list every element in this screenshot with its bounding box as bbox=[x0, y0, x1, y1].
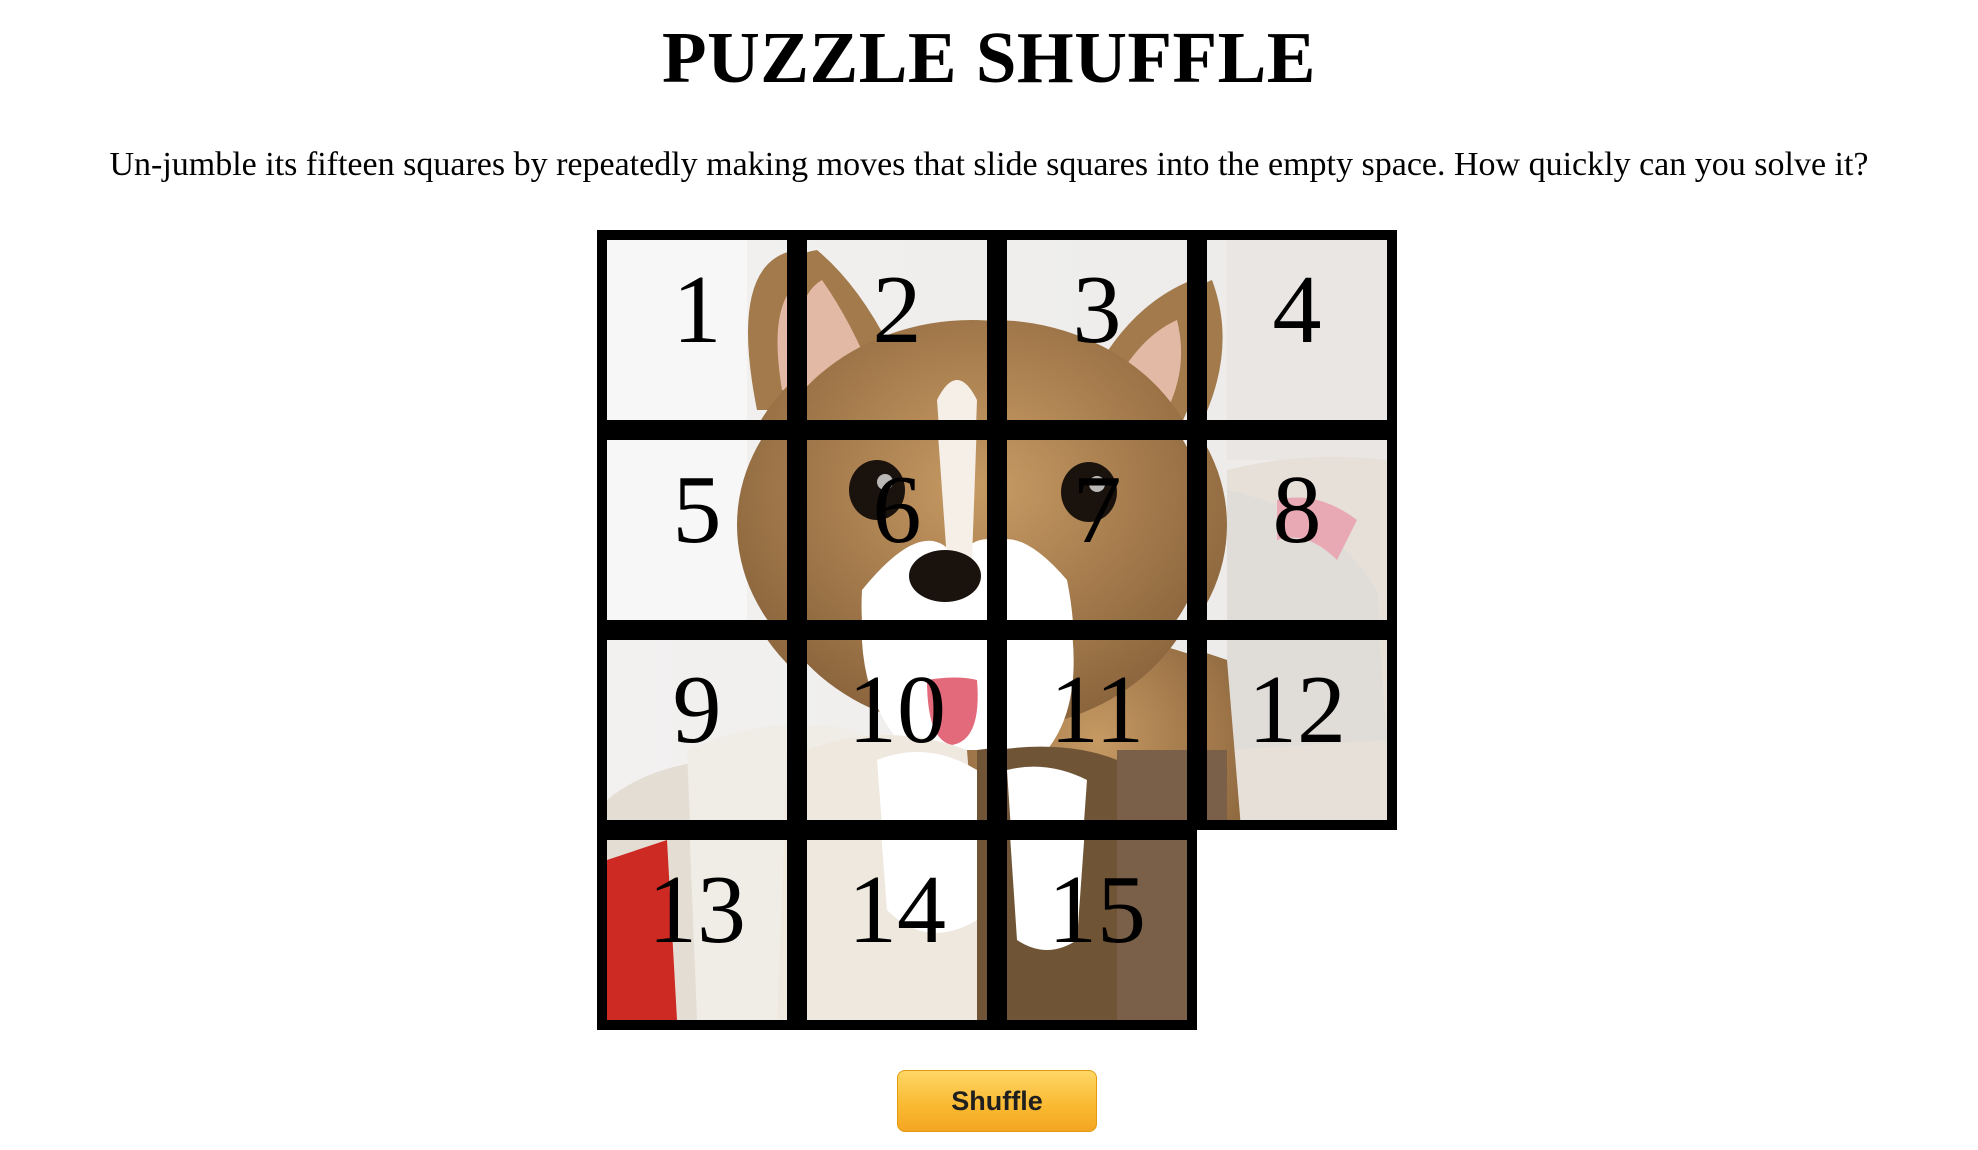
tile-image-fragment bbox=[1007, 440, 1187, 620]
tile-image-fragment bbox=[807, 240, 987, 420]
tile-image-fragment bbox=[1007, 240, 1187, 420]
tile-image-fragment bbox=[1207, 640, 1387, 820]
tile-image-fragment bbox=[807, 440, 987, 620]
puzzle-tile-12[interactable]: 12 bbox=[1197, 630, 1397, 830]
puzzle-tile-9[interactable]: 9 bbox=[597, 630, 797, 830]
tile-image-fragment bbox=[1207, 240, 1387, 420]
puzzle-tile-3[interactable]: 3 bbox=[997, 230, 1197, 430]
instructions-text: Un-jumble its fifteen squares by repeate… bbox=[109, 146, 1869, 183]
tile-image-fragment bbox=[607, 240, 787, 420]
puzzle-tile-10[interactable]: 10 bbox=[797, 630, 997, 830]
page-title: PUZZLE SHUFFLE bbox=[662, 17, 1316, 98]
tile-image-fragment bbox=[607, 440, 787, 620]
tile-image-fragment bbox=[807, 640, 987, 820]
puzzle-tile-11[interactable]: 11 bbox=[997, 630, 1197, 830]
puzzle-tile-13[interactable]: 13 bbox=[597, 830, 797, 1030]
empty-space[interactable] bbox=[1197, 830, 1397, 1030]
tile-image-fragment bbox=[607, 640, 787, 820]
puzzle-tile-7[interactable]: 7 bbox=[997, 430, 1197, 630]
tile-image-fragment bbox=[1007, 640, 1187, 820]
puzzle-tile-4[interactable]: 4 bbox=[1197, 230, 1397, 430]
tile-image-fragment bbox=[607, 840, 787, 1020]
shuffle-button[interactable]: Shuffle bbox=[897, 1070, 1097, 1132]
puzzle-tile-15[interactable]: 15 bbox=[997, 830, 1197, 1030]
puzzle-tile-8[interactable]: 8 bbox=[1197, 430, 1397, 630]
puzzle-tile-14[interactable]: 14 bbox=[797, 830, 997, 1030]
puzzle-tile-1[interactable]: 1 bbox=[597, 230, 797, 430]
tile-image-fragment bbox=[1007, 840, 1187, 1020]
tile-image-fragment bbox=[1207, 440, 1387, 620]
puzzle-tile-2[interactable]: 2 bbox=[797, 230, 997, 430]
puzzle-tile-6[interactable]: 6 bbox=[797, 430, 997, 630]
puzzle-tile-5[interactable]: 5 bbox=[597, 430, 797, 630]
puzzle-board: 1 2 3 4 5 6 7 8 9 10 11 12 13 14 15 bbox=[596, 229, 1398, 1031]
tile-image-fragment bbox=[807, 840, 987, 1020]
